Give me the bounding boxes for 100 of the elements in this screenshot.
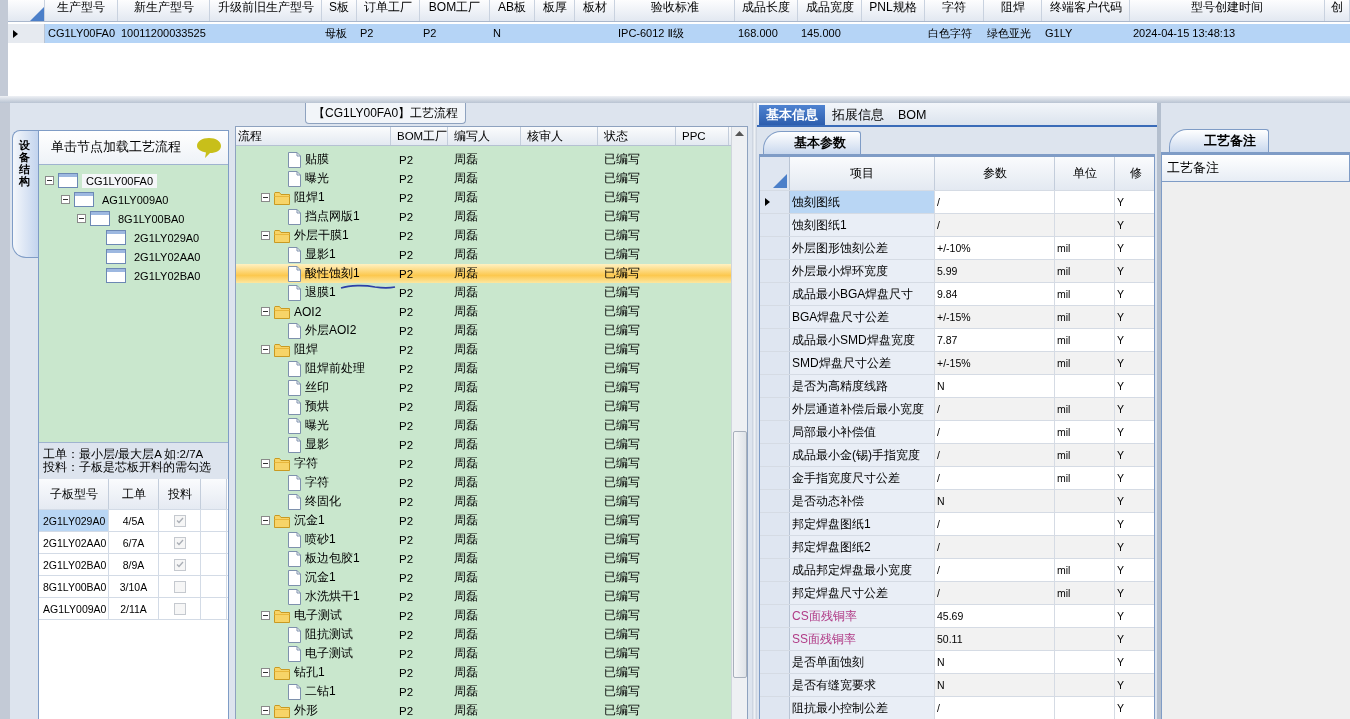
scroll-up-icon[interactable] — [735, 131, 744, 136]
table-row[interactable]: 局部最小补偿值 / mil Y — [760, 421, 1154, 444]
checkbox[interactable] — [173, 580, 186, 593]
process-row[interactable]: 钻孔1 P2 周磊 已编写 — [236, 663, 731, 682]
column-header[interactable]: 成品长度 — [735, 0, 798, 21]
scrollbar[interactable] — [731, 127, 747, 719]
table-row[interactable]: 是否动态补偿 N Y — [760, 490, 1154, 513]
table-row[interactable]: 蚀刻图纸 / Y — [760, 191, 1154, 214]
table-cell[interactable]: CS面残铜率 — [790, 605, 935, 627]
table-row[interactable]: 外层最小焊环宽度 5.99 mil Y — [760, 260, 1154, 283]
table-cell[interactable]: SS面残铜率 — [790, 628, 935, 650]
process-row[interactable]: 电子测试 P2 周磊 已编写 — [236, 606, 731, 625]
column-header[interactable]: AB板 — [490, 0, 535, 21]
tab[interactable]: 基本信息 — [759, 105, 825, 125]
tree-node[interactable]: 8G1LY00BA0 — [114, 211, 189, 226]
column-header[interactable]: 验收标准 — [615, 0, 735, 21]
table-cell[interactable]: 蚀刻图纸 — [790, 191, 935, 213]
checkbox[interactable] — [173, 514, 186, 527]
tab[interactable]: 拓展信息 — [825, 105, 891, 125]
checkbox[interactable] — [173, 602, 186, 615]
column-header[interactable]: 核审人 — [521, 127, 598, 145]
table-cell[interactable]: 外层最小焊环宽度 — [790, 260, 935, 282]
table-row[interactable]: AG1LY009A0 2/11A — [39, 598, 228, 620]
tree-node[interactable]: 2G1LY02AA0 — [130, 249, 205, 264]
process-row[interactable]: 字符 P2 周磊 已编写 — [236, 473, 731, 492]
table-row[interactable]: 金手指宽度尺寸公差 / mil Y — [760, 467, 1154, 490]
column-header[interactable]: 修 — [1115, 157, 1154, 190]
process-row[interactable]: 外形 P2 周磊 已编写 — [236, 701, 731, 719]
table-cell[interactable]: BGA焊盘尺寸公差 — [790, 306, 935, 328]
table-row[interactable]: 是否为高精度线路 N Y — [760, 375, 1154, 398]
process-row[interactable]: 二钻1 P2 周磊 已编写 — [236, 682, 731, 701]
table-row[interactable]: 2G1LY02AA0 6/7A — [39, 532, 228, 554]
table-cell[interactable]: 外层通道补偿后最小宽度 — [790, 398, 935, 420]
process-row[interactable]: 外层AOI2 P2 周磊 已编写 — [236, 321, 731, 340]
table-row[interactable]: 成品最小金(锡)手指宽度 / mil Y — [760, 444, 1154, 467]
table-row[interactable]: SS面残铜率 50.11 Y — [760, 628, 1154, 651]
process-row[interactable]: 贴膜 P2 周磊 已编写 — [236, 150, 731, 169]
table-row[interactable]: 成品最小BGA焊盘尺寸 9.84 mil Y — [760, 283, 1154, 306]
collapse-icon[interactable] — [61, 195, 70, 204]
process-row[interactable]: 终固化 P2 周磊 已编写 — [236, 492, 731, 511]
table-cell[interactable]: 成品最小BGA焊盘尺寸 — [790, 283, 935, 305]
sub-tab[interactable]: 基本参数 — [763, 131, 861, 154]
collapse-icon[interactable] — [261, 668, 270, 677]
column-header[interactable]: PPC — [676, 127, 729, 145]
column-header[interactable]: 创 — [1325, 0, 1350, 21]
column-header[interactable]: 投料 — [159, 479, 201, 509]
collapse-icon[interactable] — [261, 231, 270, 240]
process-row[interactable]: AOI2 P2 周磊 已编写 — [236, 302, 731, 321]
table-cell[interactable]: 阻抗最小控制公差 — [790, 697, 935, 719]
table-row[interactable]: 成品最小SMD焊盘宽度 7.87 mil Y — [760, 329, 1154, 352]
process-row[interactable]: 板边包胶1 P2 周磊 已编写 — [236, 549, 731, 568]
column-header[interactable]: 型号创建时间 — [1130, 0, 1325, 21]
column-header[interactable]: 升级前旧生产型号 — [210, 0, 322, 21]
process-row[interactable]: 沉金1 P2 周磊 已编写 — [236, 511, 731, 530]
table-row[interactable]: 邦定焊盘图纸1 / Y — [760, 513, 1154, 536]
process-row[interactable]: 沉金1 P2 周磊 已编写 — [236, 568, 731, 587]
checkbox[interactable] — [173, 536, 186, 549]
checkbox[interactable] — [173, 558, 186, 571]
column-header[interactable]: BOM工厂 — [391, 127, 448, 145]
table-row[interactable]: 2G1LY029A0 4/5A — [39, 510, 228, 532]
column-header[interactable]: S板 — [322, 0, 357, 21]
table-cell[interactable]: 2G1LY029A0 — [39, 510, 109, 531]
process-row[interactable]: 阻焊 P2 周磊 已编写 — [236, 340, 731, 359]
tree-node[interactable]: AG1LY009A0 — [98, 192, 173, 207]
column-header[interactable]: 阻焊 — [984, 0, 1042, 21]
column-header[interactable]: 编写人 — [448, 127, 521, 145]
process-row[interactable]: 曝光 P2 周磊 已编写 — [236, 169, 731, 188]
table-cell[interactable]: 蚀刻图纸1 — [790, 214, 935, 236]
table-cell[interactable]: 邦定焊盘尺寸公差 — [790, 582, 935, 604]
tree-node[interactable]: 2G1LY029A0 — [130, 230, 204, 245]
collapse-icon[interactable] — [261, 307, 270, 316]
process-row[interactable]: 阻焊前处理 P2 周磊 已编写 — [236, 359, 731, 378]
table-row[interactable]: 成品邦定焊盘最小宽度 / mil Y — [760, 559, 1154, 582]
notes-tab[interactable]: 工艺备注 — [1169, 129, 1269, 152]
column-header[interactable]: 字符 — [925, 0, 984, 21]
column-header[interactable]: BOM工厂 — [420, 0, 490, 21]
table-cell[interactable]: 成品邦定焊盘最小宽度 — [790, 559, 935, 581]
collapse-icon[interactable] — [261, 345, 270, 354]
process-row[interactable]: 显影1 P2 周磊 已编写 — [236, 245, 731, 264]
table-row[interactable]: 2G1LY02BA0 8/9A — [39, 554, 228, 576]
table-cell[interactable]: 邦定焊盘图纸2 — [790, 536, 935, 558]
column-header[interactable]: 板材 — [575, 0, 615, 21]
process-row[interactable]: 酸性蚀刻1 P2 周磊 已编写 — [236, 264, 731, 283]
table-cell[interactable]: 是否动态补偿 — [790, 490, 935, 512]
column-header[interactable]: 板厚 — [535, 0, 575, 21]
collapse-icon[interactable] — [261, 193, 270, 202]
table-row[interactable]: CS面残铜率 45.69 Y — [760, 605, 1154, 628]
process-row[interactable]: 显影 P2 周磊 已编写 — [236, 435, 731, 454]
collapse-icon[interactable] — [77, 214, 86, 223]
column-header[interactable]: 参数 — [935, 157, 1055, 190]
column-header[interactable]: 新生产型号 — [118, 0, 210, 21]
table-cell[interactable]: 局部最小补偿值 — [790, 421, 935, 443]
process-row[interactable]: 退膜1 P2 周磊 已编写 — [236, 283, 731, 302]
table-row[interactable]: 蚀刻图纸1 / Y — [760, 214, 1154, 237]
column-header[interactable]: 生产型号 — [45, 0, 118, 21]
table-cell[interactable]: 是否为高精度线路 — [790, 375, 935, 397]
table-cell[interactable]: 外层图形蚀刻公差 — [790, 237, 935, 259]
column-header[interactable]: 流程 — [236, 127, 391, 145]
column-header[interactable]: 订单工厂 — [357, 0, 420, 21]
column-header[interactable]: 项目 — [790, 157, 935, 190]
